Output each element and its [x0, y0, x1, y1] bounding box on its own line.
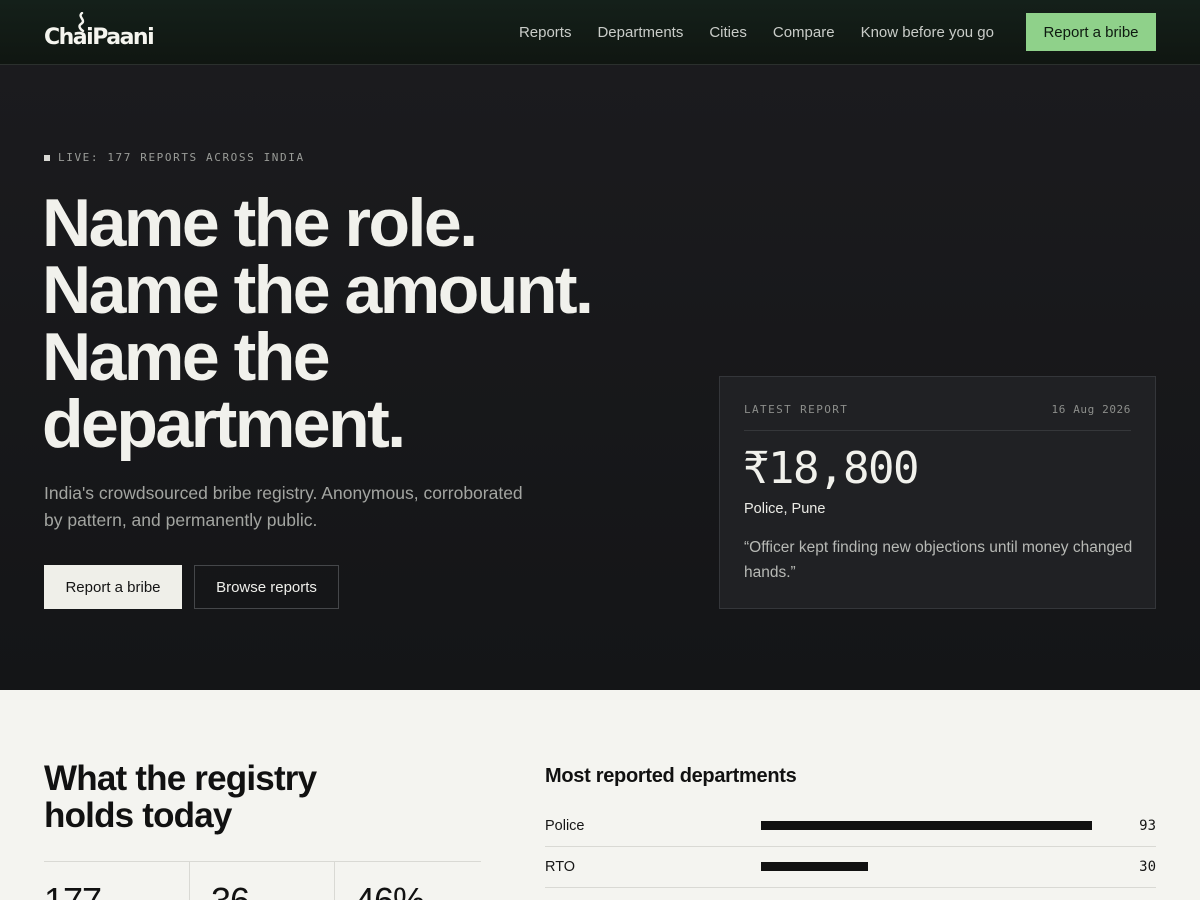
- live-dot-icon: [44, 154, 50, 161]
- report-bribe-nav-button[interactable]: Report a bribe: [1026, 13, 1156, 51]
- nav-link-departments[interactable]: Departments: [597, 24, 683, 41]
- report-bribe-button[interactable]: Report a bribe: [44, 565, 182, 609]
- stat-cell: 36: [190, 862, 335, 900]
- department-name: Police: [545, 818, 585, 834]
- logo[interactable]: ChaiPaani: [44, 12, 155, 52]
- department-bar: [761, 821, 1092, 830]
- card-divider: [744, 430, 1131, 431]
- stat-value: 36: [211, 880, 250, 900]
- live-indicator: LIVE: 177 REPORTS ACROSS INDIA: [44, 151, 305, 164]
- departments-list: Police 93 RTO 30: [545, 806, 1156, 888]
- live-text: LIVE: 177 REPORTS ACROSS INDIA: [58, 151, 305, 164]
- latest-report-card[interactable]: LATEST REPORT 16 Aug 2026 ₹18,800 Police…: [719, 376, 1156, 609]
- nav-link-know-before-you-go[interactable]: Know before you go: [861, 24, 994, 41]
- hero-headline: Name the role. Name the amount. Name the…: [42, 185, 682, 462]
- stat-grid: 177 36 46%: [44, 861, 481, 900]
- headline-line: Name the role.: [42, 185, 478, 261]
- stat-value: 46%: [355, 880, 425, 900]
- department-bar: [761, 862, 868, 871]
- stats-section: What the registry holds today 177 36 46%…: [0, 690, 1200, 900]
- nav-link-compare[interactable]: Compare: [773, 24, 835, 41]
- department-name: RTO: [545, 859, 576, 875]
- department-row[interactable]: Police 93: [545, 806, 1156, 847]
- top-nav: ChaiPaani Reports Departments Cities Com…: [0, 0, 1200, 65]
- hero-subtitle: India's crowdsourced bribe registry. Ano…: [44, 483, 523, 530]
- browse-reports-button[interactable]: Browse reports: [194, 565, 339, 609]
- departments-title: Most reported departments: [545, 765, 797, 787]
- department-bar-track: [761, 821, 1092, 830]
- latest-report-label: LATEST REPORT: [744, 403, 849, 416]
- hero-section: LIVE: 177 REPORTS ACROSS INDIA Name the …: [0, 65, 1200, 690]
- latest-report-amount: ₹18,800: [743, 443, 919, 494]
- department-count: 30: [1139, 859, 1156, 875]
- latest-report-quote: “Officer kept finding new objections unt…: [744, 539, 1133, 581]
- department-row[interactable]: RTO 30: [545, 847, 1156, 888]
- nav-link-reports[interactable]: Reports: [519, 24, 572, 41]
- latest-report-date: 16 Aug 2026: [1051, 403, 1131, 416]
- stat-cell: 177: [44, 862, 190, 900]
- headline-line: Name the amount.: [42, 252, 594, 328]
- headline-line: Name the: [42, 319, 331, 395]
- department-count: 93: [1139, 818, 1156, 834]
- department-bar-track: [761, 862, 1092, 871]
- stat-value: 177: [44, 880, 102, 900]
- nav-links: Reports Departments Cities Compare Know …: [519, 0, 994, 64]
- headline-line: department.: [42, 386, 406, 462]
- nav-link-cities[interactable]: Cities: [709, 24, 747, 41]
- stat-cell: 46%: [335, 862, 481, 900]
- stats-title: What the registry holds today: [44, 759, 317, 835]
- logo-text: ChaiPaani: [44, 25, 155, 50]
- latest-report-department-city: Police, Pune: [744, 501, 826, 517]
